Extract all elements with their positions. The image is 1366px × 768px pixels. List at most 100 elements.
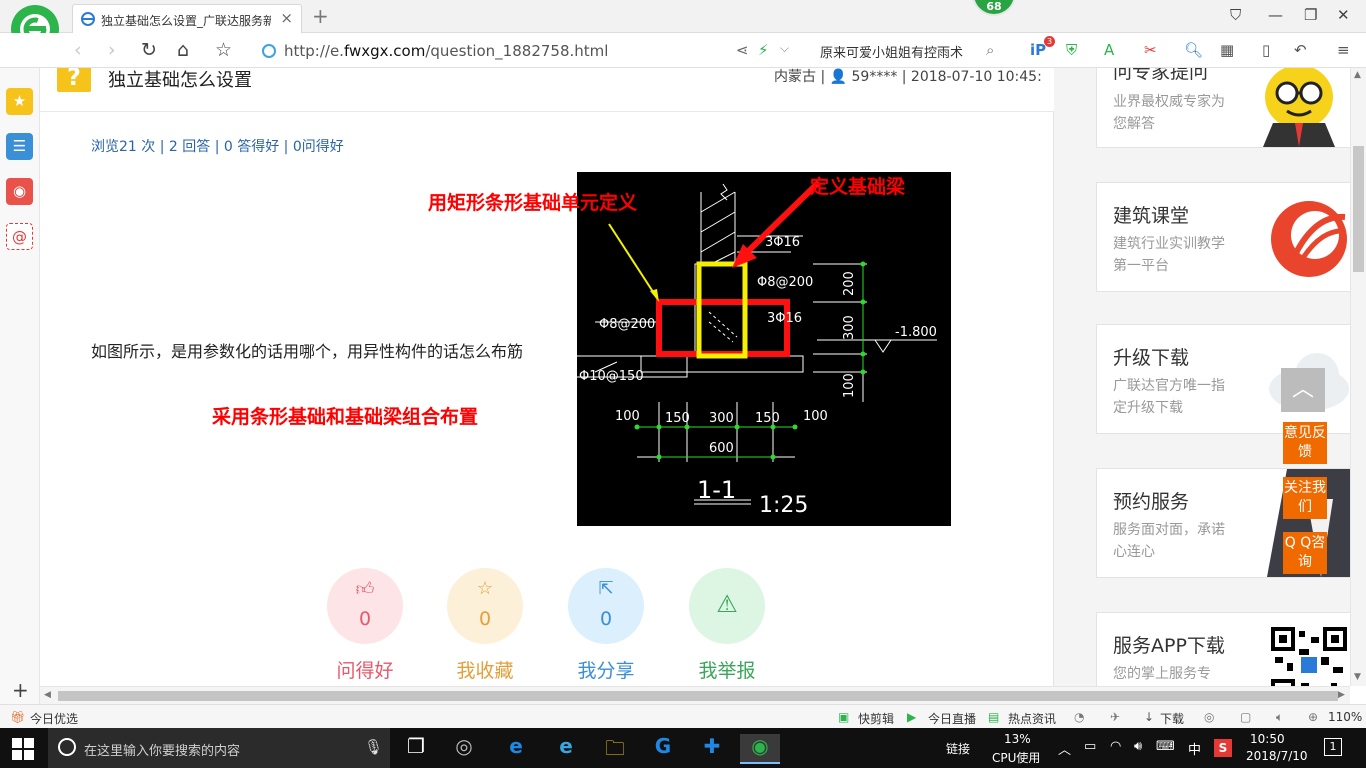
app-spiral-icon[interactable]: ◎: [444, 734, 484, 764]
card-ask-expert[interactable]: 问专家提问 业界最权威专家为您解答: [1096, 68, 1352, 148]
notification-center-icon[interactable]: 1: [1324, 738, 1342, 756]
minimize-button[interactable]: —: [1268, 6, 1283, 24]
translate-icon[interactable]: A: [1104, 41, 1114, 59]
browser-sidebar: ★ ☰ ◉ @ +: [0, 68, 40, 704]
live-play-icon[interactable]: ▶: [907, 710, 916, 724]
apps-grid-icon[interactable]: ▦: [1220, 41, 1234, 59]
vertical-scrollbar[interactable]: ▲ ▼: [1350, 68, 1366, 686]
accelerate-icon[interactable]: ⚡: [758, 41, 769, 59]
vertical-scroll-thumb[interactable]: [1353, 146, 1364, 272]
qr-code-icon[interactable]: [1271, 627, 1347, 686]
today-live-link[interactable]: 今日直播: [928, 710, 976, 727]
chevron-down-icon[interactable]: ⌵: [780, 41, 789, 56]
like-button[interactable]: 👍︎ 0: [327, 568, 403, 644]
share-label[interactable]: 我分享: [551, 656, 661, 683]
video-clip-icon[interactable]: ▣: [838, 710, 849, 724]
app-plus-icon[interactable]: ✚: [692, 734, 732, 764]
maximize-button[interactable]: ❐: [1304, 6, 1317, 24]
dim-300-label: 300: [842, 315, 857, 340]
hot-news-link[interactable]: 热点资讯: [1008, 710, 1056, 727]
ie-browser-icon[interactable]: e: [546, 734, 586, 764]
forward-icon[interactable]: ›: [108, 39, 116, 61]
new-tab-button[interactable]: +: [312, 4, 329, 28]
scroll-down-icon[interactable]: ▼: [1354, 672, 1361, 682]
close-window-button[interactable]: ✕: [1337, 6, 1350, 24]
browser-tab-active[interactable]: 独立基础怎么设置_广联达服务新 ×: [72, 4, 302, 33]
tablet-icon[interactable]: ▯: [1262, 41, 1270, 59]
today-picks-link[interactable]: 今日优选: [30, 710, 78, 727]
edge-browser-icon[interactable]: e: [496, 734, 536, 764]
scroll-up-icon[interactable]: ▲: [1354, 70, 1361, 80]
weibo-icon[interactable]: ◉: [6, 178, 33, 205]
browser-taskbar-icon[interactable]: ◉: [740, 734, 780, 764]
zoom-level[interactable]: 110%: [1328, 710, 1362, 724]
mail-icon[interactable]: @: [6, 223, 33, 250]
task-view-icon[interactable]: ❐: [396, 734, 436, 764]
foundation-section-drawing[interactable]: 3Φ16 Φ8@200 3Φ16 Φ8@200 Φ10@150 -1.800 2…: [577, 172, 951, 526]
clock-time[interactable]: 10:50: [1250, 732, 1285, 746]
sync-icon[interactable]: ◎: [1204, 710, 1214, 724]
report-button[interactable]: ⚠: [689, 568, 765, 644]
share-button[interactable]: ⇱ 0: [568, 568, 644, 644]
volume-icon[interactable]: 🔊︎: [1134, 739, 1142, 754]
keyboard-icon[interactable]: ⌨: [1156, 739, 1175, 754]
plugin-icon[interactable]: ✈: [1110, 710, 1120, 724]
scroll-right-icon[interactable]: ▶: [1338, 690, 1345, 700]
feedback-button[interactable]: 意见反馈: [1283, 422, 1327, 464]
search-hot-word[interactable]: 原来可爱小姐姐有控雨术: [820, 42, 963, 61]
tab-close-button[interactable]: ×: [280, 9, 293, 27]
microphone-icon[interactable]: 🎙︎: [364, 738, 383, 756]
clock-date[interactable]: 2018/7/10: [1246, 749, 1308, 763]
download-icon[interactable]: ↓: [1144, 710, 1154, 724]
wifi-icon[interactable]: ◠: [1110, 739, 1121, 754]
gift-icon[interactable]: 🎁︎: [10, 710, 25, 724]
windows-start-icon[interactable]: [12, 738, 34, 760]
refresh-icon[interactable]: ↻: [141, 39, 157, 61]
qq-consult-button[interactable]: Q Q咨询: [1283, 532, 1327, 574]
scroll-left-icon[interactable]: ◀: [44, 690, 51, 700]
search-icon[interactable]: ⌕: [986, 41, 994, 59]
horizontal-scroll-thumb[interactable]: [58, 691, 1338, 701]
question-stats[interactable]: 浏览21 次 | 2 回答 | 0 答得好 | 0问得好: [91, 136, 344, 156]
like-label[interactable]: 问得好: [310, 656, 420, 683]
taskbar-search-box[interactable]: 在这里输入你要搜索的内容 🎙︎: [48, 728, 390, 768]
file-explorer-icon[interactable]: 🗀︎: [595, 734, 635, 764]
card-building-class[interactable]: 建筑课堂 建筑行业实训教学第一平台: [1096, 182, 1352, 292]
battery-icon[interactable]: ▭: [1084, 739, 1096, 754]
horizontal-scrollbar[interactable]: ◀ ▶: [40, 686, 1350, 704]
back-to-top-icon[interactable]: ︿: [1281, 368, 1325, 412]
skin-icon[interactable]: ⛉: [1230, 6, 1241, 24]
magnifier-icon[interactable]: 🔍︎: [1184, 41, 1203, 59]
mute-icon[interactable]: 🔈︎: [1276, 710, 1283, 725]
card-app-download[interactable]: 服务APP下载 您的掌上服务专: [1096, 612, 1352, 686]
home-icon[interactable]: ⌂: [177, 39, 189, 61]
speed-icon[interactable]: ◔: [1074, 710, 1084, 724]
zoom-icon[interactable]: ⊕: [1308, 710, 1318, 724]
quick-clip-link[interactable]: 快剪辑: [858, 710, 894, 727]
tray-expand-icon[interactable]: ︿: [1058, 739, 1071, 758]
favorites-star-icon[interactable]: ★: [6, 88, 33, 115]
url-field[interactable]: http://e.fwxgx.com/question_1882758.html: [284, 42, 608, 60]
reading-list-icon[interactable]: ☰: [6, 133, 33, 160]
menu-icon[interactable]: ≡: [1337, 41, 1350, 59]
share-page-icon[interactable]: ⋖: [736, 41, 749, 59]
window-icon[interactable]: ▢: [1240, 710, 1251, 724]
favorite-label[interactable]: 我收藏: [430, 656, 540, 683]
undo-icon[interactable]: ↶: [1294, 41, 1307, 59]
sogou-ime-icon[interactable]: S: [1214, 739, 1232, 757]
scissors-icon[interactable]: ✂: [1144, 41, 1157, 59]
favorite-button[interactable]: ☆ 0: [447, 568, 523, 644]
download-link[interactable]: 下载: [1160, 710, 1184, 727]
add-sidebar-icon[interactable]: +: [12, 678, 29, 702]
ime-mode[interactable]: 中: [1188, 739, 1201, 758]
links-toolbar[interactable]: 链接: [946, 740, 970, 757]
rebar-top-label: 3Φ16: [765, 235, 800, 250]
report-label[interactable]: 我举报: [672, 656, 782, 683]
news-icon[interactable]: ▤: [988, 710, 999, 724]
back-icon[interactable]: ‹: [74, 39, 82, 61]
glodon-g-icon[interactable]: G: [643, 734, 683, 764]
follow-us-button[interactable]: 关注我们: [1283, 477, 1327, 519]
shield-money-icon[interactable]: ⛨: [1066, 41, 1077, 59]
site-security-icon[interactable]: [262, 44, 276, 58]
bookmark-star-icon[interactable]: ☆: [215, 39, 232, 61]
